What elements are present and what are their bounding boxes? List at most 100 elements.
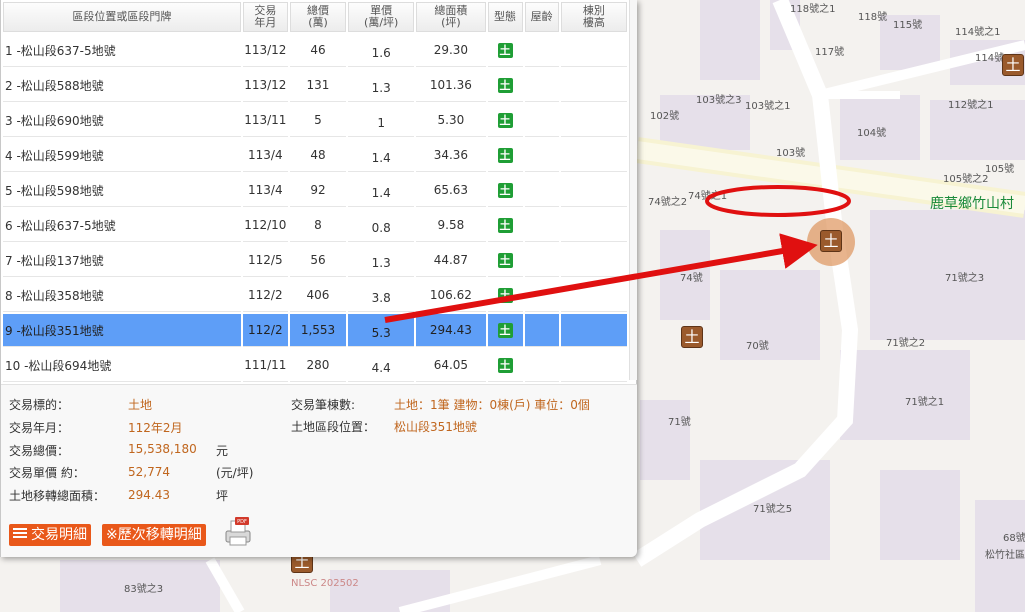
col-age-header: 屋齡: [524, 2, 559, 32]
cell-floor: [560, 209, 627, 242]
col-type-header: 型態: [487, 2, 523, 32]
cell-floor: [560, 314, 627, 347]
map-label: 74號之2: [648, 197, 688, 208]
land-type-tag: 土: [497, 217, 513, 233]
cell-age: [524, 314, 559, 347]
table-row[interactable]: 4 -松山段599地號 113/4 48 1.4 34.36 土: [3, 139, 627, 172]
cell-type: 土: [487, 209, 523, 242]
cell-type: 土: [487, 69, 523, 102]
cell-floor: [560, 139, 627, 172]
table-row[interactable]: 9 -松山段351地號 112/2 1,553 5.3 294.43 土: [3, 314, 627, 347]
land-type-tag: 土: [497, 147, 513, 163]
transaction-detail-button[interactable]: 交易明細: [9, 524, 91, 546]
land-type-tag: 土: [497, 252, 513, 268]
map-label: 118號之1: [790, 4, 836, 15]
detail-area-label: 土地移轉總面積：: [9, 489, 106, 503]
cell-unit-price: 3.8: [348, 279, 415, 312]
land-type-tag: 土: [497, 77, 513, 93]
cell-total-price: 280: [289, 349, 347, 382]
map-label: 松竹社區: [985, 550, 1025, 561]
detail-total-value: 15,538,180: [128, 442, 197, 456]
detail-unit-value: 52,774: [128, 465, 170, 479]
cell-location: 7 -松山段137地號: [3, 244, 241, 277]
cell-unit-price: 0.8: [348, 209, 415, 242]
cell-unit-price: 4.4: [348, 349, 415, 382]
pdf-print-icon[interactable]: PDF: [223, 517, 253, 547]
detail-area-unit: 坪: [216, 489, 229, 503]
cell-location: 8 -松山段358地號: [3, 279, 241, 312]
land-type-tag: 土: [497, 182, 513, 198]
detail-date-label: 交易年月：: [9, 421, 70, 435]
cell-type: 土: [487, 314, 523, 347]
table-row[interactable]: 2 -松山段588地號 113/12 131 1.3 101.36 土: [3, 69, 627, 102]
cell-location: 5 -松山段598地號: [3, 174, 241, 207]
cell-area: 34.36: [416, 139, 486, 172]
cell-date: 112/10: [242, 209, 288, 242]
cell-total-price: 1,553: [289, 314, 347, 347]
cell-total-price: 5: [289, 104, 347, 137]
cell-location: 3 -松山段690地號: [3, 104, 241, 137]
map-label: 74號之1: [688, 191, 728, 202]
land-type-tag: 土: [497, 357, 513, 373]
cell-area: 9.58: [416, 209, 486, 242]
cell-type: 土: [487, 34, 523, 67]
map-label: 70號: [746, 341, 769, 352]
transaction-table: 區段位置或區段門牌 交易 年月 總價 (萬) 單價 (萬/坪) 總面積 (坪) …: [1, 0, 629, 384]
map-label: 117號: [815, 47, 845, 58]
pdf-badge-text: PDF: [237, 519, 247, 525]
map-label: 105號之2: [943, 174, 989, 185]
cell-area: 294.43: [416, 314, 486, 347]
cell-floor: [560, 104, 627, 137]
table-row[interactable]: 5 -松山段598地號 113/4 92 1.4 65.63 土: [3, 174, 627, 207]
map-label: 114號之1: [955, 27, 1001, 38]
cell-type: 土: [487, 244, 523, 277]
transfer-history-button-label: ※歷次移轉明細: [106, 527, 202, 543]
map-label: 74號: [680, 273, 703, 284]
selected-land-marker[interactable]: 土: [820, 230, 842, 252]
transfer-history-button[interactable]: ※歷次移轉明細: [102, 524, 206, 546]
cell-location: 6 -松山段637-5地號: [3, 209, 241, 242]
land-marker[interactable]: 土: [1002, 54, 1024, 76]
cell-location: 1 -松山段637-5地號: [3, 34, 241, 67]
table-row[interactable]: 8 -松山段358地號 112/2 406 3.8 106.62 土: [3, 279, 627, 312]
col-date-header: 交易 年月: [242, 2, 288, 32]
map-label: 83號之3: [124, 584, 164, 595]
land-type-tag: 土: [497, 287, 513, 303]
cell-date: 113/4: [242, 174, 288, 207]
cell-area: 64.05: [416, 349, 486, 382]
cell-date: 113/11: [242, 104, 288, 137]
map-label: 71號之3: [945, 273, 985, 284]
table-row[interactable]: 1 -松山段637-5地號 113/12 46 1.6 29.30 土: [3, 34, 627, 67]
map-label: 71號之1: [905, 397, 945, 408]
cell-location: 4 -松山段599地號: [3, 139, 241, 172]
table-row[interactable]: 7 -松山段137地號 112/5 56 1.3 44.87 土: [3, 244, 627, 277]
transaction-detail-button-label: 交易明細: [31, 527, 87, 543]
map-label: 103號之3: [696, 95, 742, 106]
table-row[interactable]: 6 -松山段637-5地號 112/10 8 0.8 9.58 土: [3, 209, 627, 242]
col-floor-header: 棟別 樓高: [560, 2, 627, 32]
table-scrollbar[interactable]: [629, 0, 637, 380]
cell-unit-price: 1.3: [348, 69, 415, 102]
cell-type: 土: [487, 104, 523, 137]
cell-location: 10 -松山段694地號: [3, 349, 241, 382]
cell-unit-price: 1.4: [348, 174, 415, 207]
map-label: 104號: [857, 128, 887, 139]
cell-total-price: 406: [289, 279, 347, 312]
detail-landloc-value: 松山段351地號: [394, 420, 477, 434]
cell-unit-price: 1.4: [348, 139, 415, 172]
table-row[interactable]: 3 -松山段690地號 113/11 5 1 5.30 土: [3, 104, 627, 137]
table-row[interactable]: 10 -松山段694地號 111/11 280 4.4 64.05 土: [3, 349, 627, 382]
cell-total-price: 8: [289, 209, 347, 242]
cell-age: [524, 139, 559, 172]
col-area-header: 總面積 (坪): [416, 2, 486, 32]
col-unit-price-header: 單價 (萬/坪): [348, 2, 415, 32]
cell-type: 土: [487, 279, 523, 312]
map-label: 71號之2: [886, 338, 926, 349]
cell-total-price: 56: [289, 244, 347, 277]
col-total-header: 總價 (萬): [289, 2, 347, 32]
cell-area: 29.30: [416, 34, 486, 67]
land-marker[interactable]: 土: [681, 326, 703, 348]
cell-area: 65.63: [416, 174, 486, 207]
cell-unit-price: 1.6: [348, 34, 415, 67]
map-label: 103號: [776, 148, 806, 159]
